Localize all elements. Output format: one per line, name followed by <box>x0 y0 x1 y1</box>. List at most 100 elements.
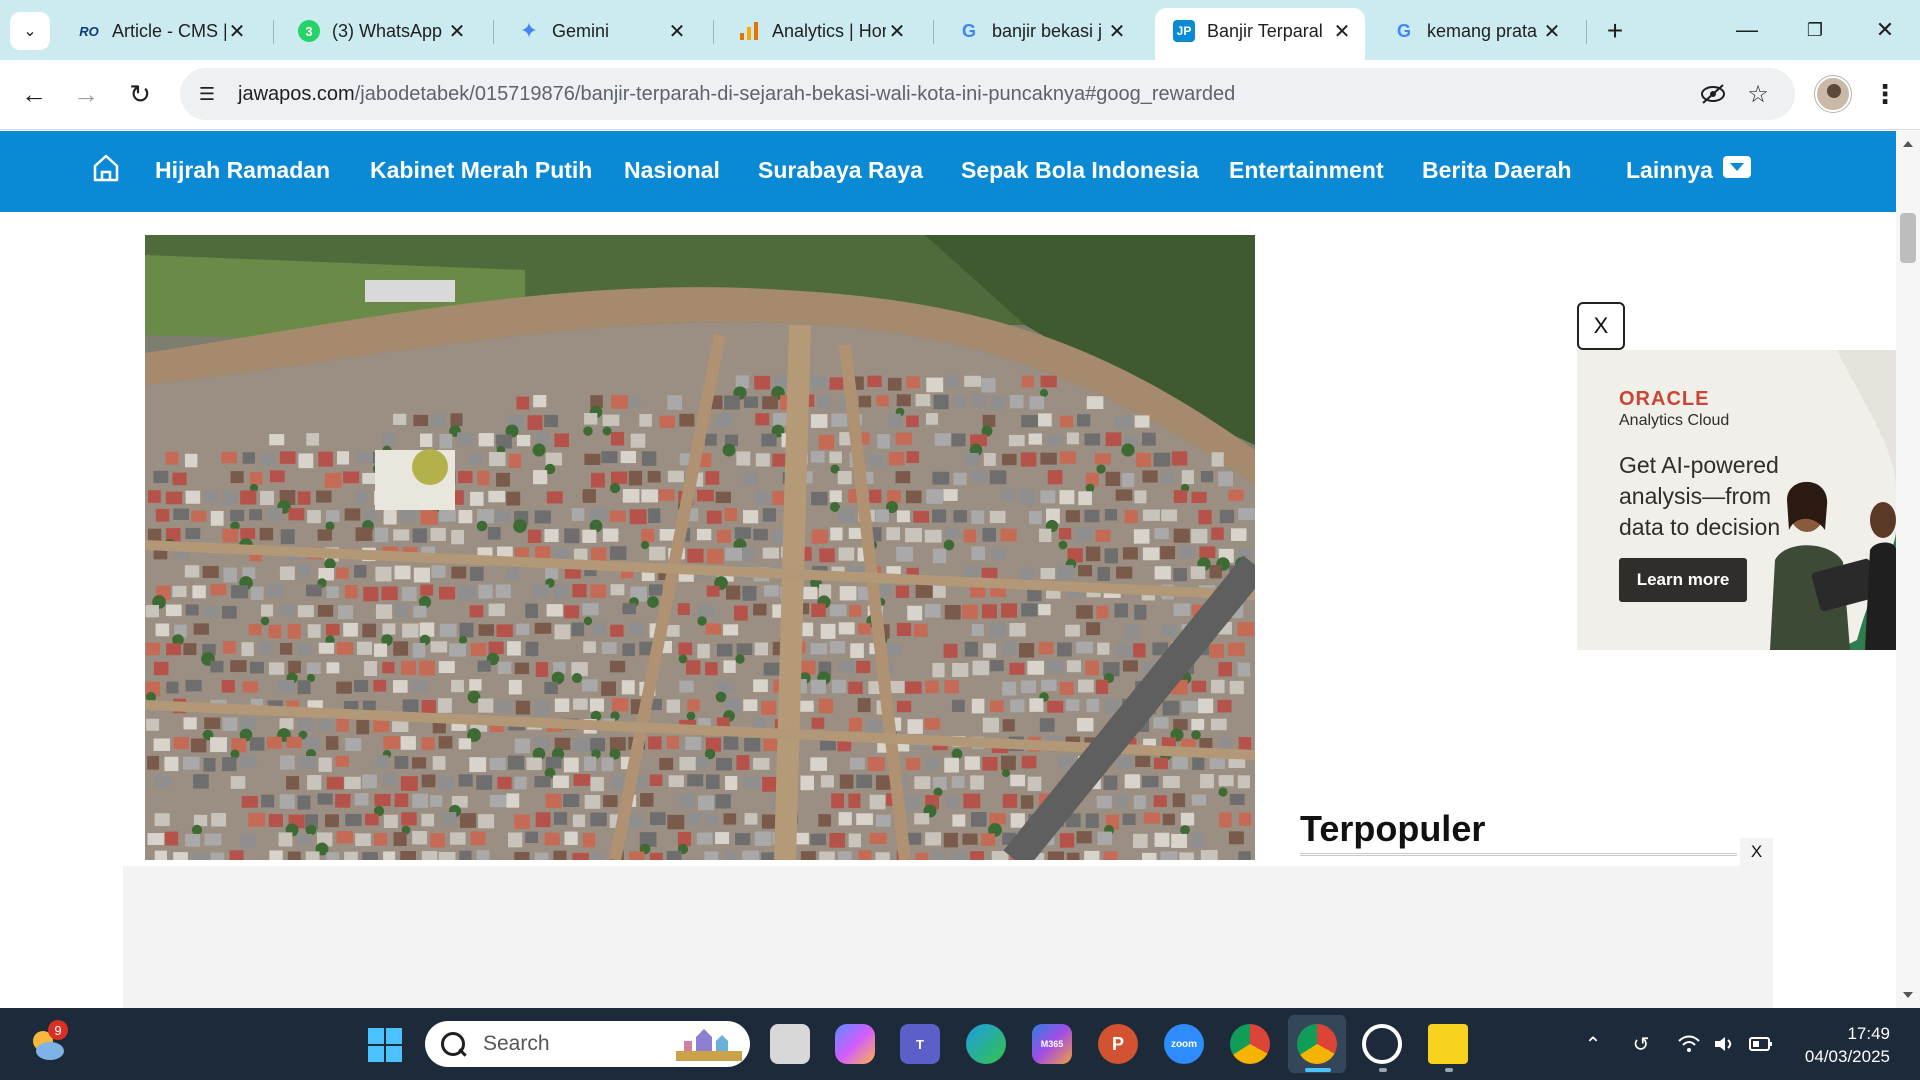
rooftop-shape <box>469 757 487 773</box>
close-icon[interactable]: ✕ <box>886 20 908 43</box>
tab-google-banjir[interactable]: G banjir bekasi j ✕ <box>940 10 1140 52</box>
rooftop-shape <box>355 491 369 505</box>
tab-google-kemang[interactable]: G kemang prata ✕ <box>1375 10 1575 52</box>
window-close-icon[interactable]: ✕ <box>1860 10 1910 50</box>
zoom-icon[interactable]: zoom <box>1164 1024 1204 1064</box>
rooftop-shape <box>401 812 417 826</box>
bookmark-star-icon[interactable]: ☆ <box>1740 76 1776 112</box>
rooftop-shape <box>915 394 931 407</box>
tab-gemini[interactable]: ✦ Gemini ✕ <box>500 10 700 52</box>
rooftop-shape <box>534 700 550 715</box>
tab-search-button[interactable]: ⌄ <box>10 12 50 50</box>
sync-icon[interactable]: ↺ <box>1628 1032 1654 1056</box>
file-explorer-icon[interactable] <box>770 1024 810 1064</box>
nav-item-nasional[interactable]: Nasional <box>624 157 720 184</box>
address-bar[interactable]: ☰ jawapos.com/jabodetabek/015719876/banj… <box>180 68 1795 120</box>
rooftop-shape <box>145 642 160 656</box>
rooftop-shape <box>525 641 539 657</box>
learn-more-button[interactable]: Learn more <box>1619 558 1747 602</box>
rooftop-shape <box>421 700 436 715</box>
close-icon[interactable]: ✕ <box>1541 20 1563 43</box>
rooftop-shape <box>907 605 923 621</box>
rooftop-shape <box>810 414 828 428</box>
minimize-icon[interactable]: — <box>1722 10 1772 50</box>
system-clock[interactable]: 17:49 04/03/2025 <box>1790 1022 1890 1068</box>
profile-avatar[interactable] <box>1815 76 1851 112</box>
windows-start-icon[interactable] <box>368 1028 402 1062</box>
rooftop-shape <box>610 660 626 673</box>
rooftop-shape <box>553 584 568 600</box>
restore-icon[interactable]: ❐ <box>1790 10 1840 50</box>
close-icon[interactable]: ✕ <box>1331 20 1353 43</box>
nav-item-sepak-bola-indonesia[interactable]: Sepak Bola Indonesia <box>961 157 1199 184</box>
teams-icon[interactable]: T <box>900 1024 940 1064</box>
rooftop-shape <box>1135 452 1152 467</box>
battery-icon[interactable] <box>1748 1032 1774 1056</box>
kebab-menu-icon[interactable]: ⋮ <box>1870 74 1900 114</box>
rooftop-shape <box>818 698 833 714</box>
powerpoint-icon[interactable]: P <box>1098 1024 1138 1064</box>
scroll-thumb[interactable] <box>1900 213 1916 263</box>
nav-item-kabinet-merah-putih[interactable]: Kabinet Merah Putih <box>370 157 592 184</box>
bottom-ad-close-button[interactable]: X <box>1740 838 1773 866</box>
rooftop-shape <box>317 793 333 805</box>
page-scrollbar[interactable] <box>1896 131 1920 1008</box>
nav-item-surabaya-raya[interactable]: Surabaya Raya <box>758 157 923 184</box>
new-tab-plus-icon[interactable]: + <box>1598 14 1632 48</box>
scroll-up-arrow-icon[interactable] <box>1903 141 1913 147</box>
rooftop-shape <box>622 489 640 503</box>
chrome-icon[interactable] <box>1230 1024 1270 1064</box>
copilot-icon[interactable] <box>835 1024 875 1064</box>
ad-close-button[interactable]: X <box>1577 302 1625 350</box>
close-icon[interactable]: ✕ <box>1106 20 1128 43</box>
rooftop-shape <box>1199 546 1216 559</box>
rooftop-shape <box>926 757 940 771</box>
rooftop-shape <box>413 414 429 427</box>
forward-arrow-icon[interactable]: → <box>66 74 106 114</box>
caret-down-icon[interactable] <box>1723 156 1751 178</box>
tab-article-cms[interactable]: RO Article - CMS | ✕ <box>60 10 260 52</box>
rooftop-shape <box>944 527 959 540</box>
close-icon[interactable]: ✕ <box>226 20 248 43</box>
rooftop-shape <box>848 527 862 539</box>
reload-icon[interactable]: ↻ <box>120 74 160 114</box>
tab-jawapos-active[interactable]: JP Banjir Terparal ✕ <box>1155 8 1365 60</box>
close-icon[interactable]: ✕ <box>446 20 468 43</box>
rooftop-shape <box>470 831 486 846</box>
rooftop-shape <box>477 660 491 672</box>
scroll-down-arrow-icon[interactable] <box>1903 992 1913 998</box>
rooftop-shape <box>496 624 513 637</box>
wifi-icon[interactable] <box>1676 1032 1702 1056</box>
rooftop-shape <box>906 415 919 428</box>
rooftop-shape <box>527 415 543 430</box>
nav-item-entertainment[interactable]: Entertainment <box>1229 157 1384 184</box>
rooftop-shape <box>715 491 731 504</box>
tab-analytics[interactable]: Analytics | Hor ✕ <box>720 10 920 52</box>
url-text[interactable]: jawapos.com/jabodetabek/015719876/banjir… <box>238 83 1235 106</box>
nav-item-lainnya[interactable]: Lainnya <box>1626 157 1713 184</box>
nav-item-hijrah-ramadan[interactable]: Hijrah Ramadan <box>155 157 330 184</box>
rooftop-shape <box>1162 775 1180 788</box>
sticky-notes-icon[interactable] <box>1428 1024 1468 1064</box>
chrome-profile-icon[interactable] <box>1297 1024 1337 1064</box>
edge-icon[interactable] <box>966 1024 1006 1064</box>
site-info-icon[interactable]: ☰ <box>184 71 230 117</box>
tab-whatsapp[interactable]: 3 (3) WhatsApp ✕ <box>280 10 480 52</box>
rooftop-shape <box>373 643 388 657</box>
rooftop-shape <box>1021 755 1037 769</box>
oracle-ad[interactable]: ORACLE Analytics Cloud Get AI-powered an… <box>1577 350 1896 650</box>
chevron-up-icon[interactable]: ⌃ <box>1580 1032 1606 1056</box>
volume-icon[interactable] <box>1712 1032 1738 1056</box>
close-icon[interactable]: ✕ <box>666 20 688 43</box>
opera-icon[interactable] <box>1362 1024 1402 1064</box>
home-icon[interactable] <box>92 153 120 183</box>
back-arrow-icon[interactable]: ← <box>14 74 54 114</box>
nav-item-berita-daerah[interactable]: Berita Daerah <box>1422 157 1572 184</box>
bottom-ad-banner[interactable] <box>123 866 1773 1008</box>
eye-slash-icon[interactable] <box>1695 76 1731 112</box>
taskbar-search[interactable]: Search <box>425 1021 750 1067</box>
rooftop-shape <box>1038 413 1052 427</box>
rooftop-shape <box>297 491 311 505</box>
microsoft-365-icon[interactable]: M365 <box>1032 1024 1072 1064</box>
rooftop-shape <box>439 623 457 637</box>
